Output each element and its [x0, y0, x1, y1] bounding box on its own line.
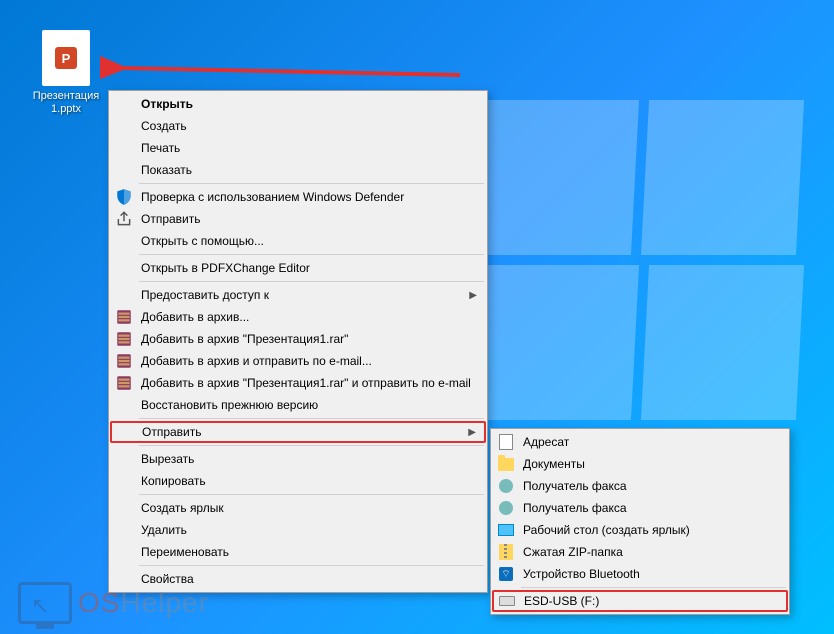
menu-item[interactable]: Копировать [111, 470, 485, 492]
menu-item-label: Добавить в архив... [141, 310, 249, 324]
menu-item[interactable]: Открыть [111, 93, 485, 115]
bt-icon: ⌔ [497, 565, 515, 583]
menu-item[interactable]: Сжатая ZIP-папка [493, 541, 787, 563]
menu-item-label: Отправить [142, 425, 202, 439]
menu-item-label: Открыть в PDFXChange Editor [141, 261, 310, 275]
menu-item[interactable]: Создать [111, 115, 485, 137]
menu-separator [139, 565, 484, 566]
menu-item[interactable]: Открыть в PDFXChange Editor [111, 257, 485, 279]
menu-item[interactable]: Добавить в архив "Презентация1.rar" и от… [111, 372, 485, 394]
desktop-file-label: Презентация 1.pptx [28, 90, 104, 116]
menu-item[interactable]: Добавить в архив и отправить по e-mail..… [111, 350, 485, 372]
menu-item-label: Проверка с использованием Windows Defend… [141, 190, 404, 204]
menu-item[interactable]: Получатель факса [493, 497, 787, 519]
menu-item[interactable]: Показать [111, 159, 485, 181]
menu-item-label: Получатель факса [523, 479, 627, 493]
rar-icon [115, 330, 133, 348]
menu-item-label: Открыть с помощью... [141, 234, 264, 248]
menu-item-label: Сжатая ZIP-папка [523, 545, 623, 559]
menu-item[interactable]: Вырезать [111, 448, 485, 470]
menu-item[interactable]: Документы [493, 453, 787, 475]
menu-item[interactable]: Удалить [111, 519, 485, 541]
menu-item-label: Рабочий стол (создать ярлык) [523, 523, 690, 537]
menu-item-label: ESD-USB (F:) [524, 594, 599, 608]
menu-item-label: Добавить в архив и отправить по e-mail..… [141, 354, 372, 368]
zip-icon [497, 543, 515, 561]
menu-item[interactable]: Проверка с использованием Windows Defend… [111, 186, 485, 208]
shield-icon [115, 188, 133, 206]
person-icon [497, 499, 515, 517]
menu-item[interactable]: Открыть с помощью... [111, 230, 485, 252]
menu-item[interactable]: Создать ярлык [111, 497, 485, 519]
menu-separator [139, 445, 484, 446]
menu-item-label: Удалить [141, 523, 187, 537]
menu-separator [139, 183, 484, 184]
rar-icon [115, 374, 133, 392]
powerpoint-file-icon: P [42, 30, 90, 86]
menu-separator [139, 494, 484, 495]
menu-item-label: Печать [141, 141, 180, 155]
addr-icon [497, 433, 515, 451]
menu-item[interactable]: Отправить ▶ [110, 421, 486, 443]
menu-item-label: Отправить [141, 212, 201, 226]
drive-icon [498, 592, 516, 610]
send-to-submenu: Адресат Документы Получатель факса Получате… [490, 428, 790, 615]
menu-item[interactable]: Добавить в архив "Презентация1.rar" [111, 328, 485, 350]
menu-item[interactable]: Отправить [111, 208, 485, 230]
menu-item-label: Получатель факса [523, 501, 627, 515]
menu-item-label: Создать [141, 119, 187, 133]
menu-item[interactable]: Получатель факса [493, 475, 787, 497]
menu-item[interactable]: Печать [111, 137, 485, 159]
menu-item[interactable]: Переименовать [111, 541, 485, 563]
menu-item[interactable]: Добавить в архив... [111, 306, 485, 328]
folder-icon [497, 455, 515, 473]
menu-item-label: Переименовать [141, 545, 229, 559]
person-icon [497, 477, 515, 495]
menu-item[interactable]: ⌔ Устройство Bluetooth [493, 563, 787, 585]
menu-item-label: Добавить в архив "Презентация1.rar" [141, 332, 348, 346]
menu-item-label: Устройство Bluetooth [523, 567, 640, 581]
menu-item[interactable]: Предоставить доступ к ▶ [111, 284, 485, 306]
powerpoint-badge: P [55, 47, 77, 69]
menu-separator [139, 254, 484, 255]
watermark-os: OS [78, 587, 120, 618]
menu-separator [521, 587, 786, 588]
menu-item[interactable]: Восстановить прежнюю версию [111, 394, 485, 416]
menu-separator [139, 418, 484, 419]
menu-item-label: Копировать [141, 474, 206, 488]
submenu-arrow-icon: ▶ [469, 290, 477, 301]
menu-item-label: Создать ярлык [141, 501, 224, 515]
desk-icon [497, 521, 515, 539]
menu-item-label: Открыть [141, 97, 193, 111]
share-icon [115, 210, 133, 228]
menu-item-label: Адресат [523, 435, 569, 449]
watermark-helper: Helper [120, 587, 208, 618]
menu-item-label: Предоставить доступ к [141, 288, 269, 302]
menu-item-label: Документы [523, 457, 585, 471]
rar-icon [115, 352, 133, 370]
menu-item-label: Вырезать [141, 452, 194, 466]
menu-item[interactable]: ESD-USB (F:) [492, 590, 788, 612]
submenu-arrow-icon: ▶ [468, 427, 476, 438]
rar-icon [115, 308, 133, 326]
menu-item[interactable]: Адресат [493, 431, 787, 453]
context-menu: Открыть Создать Печать Показать Проверка с и… [108, 90, 488, 593]
menu-item[interactable]: Рабочий стол (создать ярлык) [493, 519, 787, 541]
menu-item-label: Добавить в архив "Презентация1.rar" и от… [141, 376, 471, 390]
menu-item-label: Показать [141, 163, 192, 177]
desktop-file-icon[interactable]: P Презентация 1.pptx [28, 30, 104, 116]
menu-separator [139, 281, 484, 282]
annotation-arrow [100, 50, 470, 90]
watermark: ↖ OSHelper [18, 582, 209, 624]
menu-item-label: Восстановить прежнюю версию [141, 398, 318, 412]
windows-logo-background [480, 100, 820, 440]
